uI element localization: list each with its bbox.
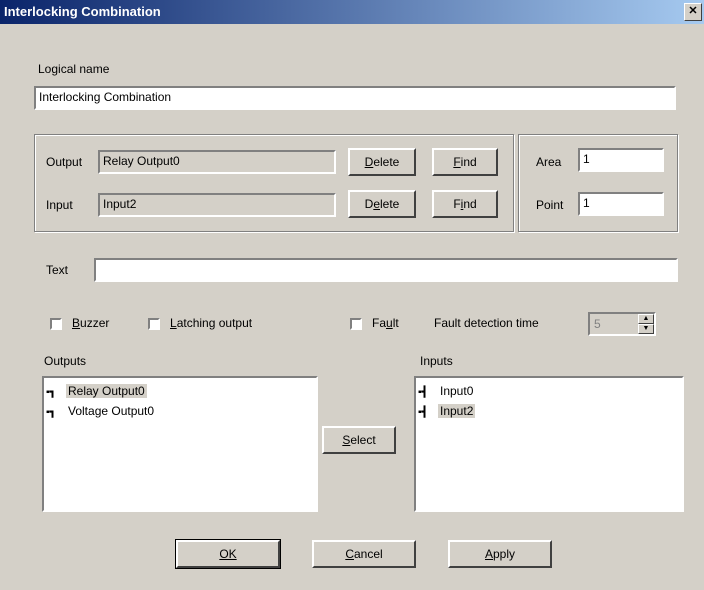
input-field[interactable]: Input2 (98, 193, 336, 217)
inputs-label: Inputs (420, 354, 453, 368)
fault-key: u (386, 316, 393, 330)
voltage-output-icon: ▪┓ (46, 407, 56, 418)
fault-pre: Fa (372, 316, 387, 330)
input-find-rest: nd (463, 197, 477, 211)
list-item-label: Relay Output0 (66, 384, 147, 398)
cancel-key: C (345, 547, 354, 561)
fault-time-stepper[interactable]: 5 ▲ ▼ (588, 312, 656, 336)
point-input[interactable]: 1 (578, 192, 664, 216)
list-item[interactable]: ▪┓ Voltage Output0 (46, 402, 156, 420)
output-find-key: F (453, 155, 461, 169)
outputs-label: Outputs (44, 354, 87, 368)
latching-label[interactable]: Latching output (170, 316, 252, 330)
fault-time-label: Fault detection time (434, 316, 539, 330)
outputs-list[interactable]: ▪┓ Relay Output0 ▪┓ Voltage Output0 (42, 376, 318, 512)
list-item[interactable]: ▪┫ Input2 (418, 402, 476, 420)
text-label: Text (46, 263, 69, 277)
select-rest: elect (350, 433, 376, 447)
list-item-label: Input2 (438, 404, 476, 418)
input-delete-rest: lete (380, 197, 400, 211)
logical-name-input[interactable]: Interlocking Combination (34, 86, 676, 110)
input-icon: ▪┫ (418, 387, 428, 398)
fault-label[interactable]: Fault (372, 316, 399, 330)
input-delete-button[interactable]: Delete (348, 190, 416, 218)
spin-up-icon[interactable]: ▲ (638, 314, 654, 324)
output-label: Output (46, 155, 83, 169)
list-item-label: Voltage Output0 (68, 404, 155, 418)
apply-rest: pply (493, 547, 516, 561)
close-icon[interactable]: ✕ (684, 3, 702, 21)
buzzer-rest: uzzer (80, 316, 110, 330)
stepper-buttons: ▲ ▼ (638, 314, 654, 334)
latching-key: L (170, 316, 177, 330)
cancel-button[interactable]: Cancel (312, 540, 416, 568)
window-title: Interlocking Combination (4, 4, 161, 19)
area-label: Area (536, 155, 562, 169)
point-label: Point (536, 198, 564, 212)
list-item-label: Input0 (440, 384, 474, 398)
inputs-list[interactable]: ▪┫ Input0 ▪┫ Input2 (414, 376, 684, 512)
ok-label: OK (219, 547, 237, 561)
ok-button[interactable]: OK (175, 539, 281, 569)
output-delete-key: D (364, 155, 374, 169)
fault-time-value: 5 (594, 317, 601, 331)
apply-button[interactable]: Apply (448, 540, 552, 568)
input-find-pre: F (453, 197, 461, 211)
input-delete-pre: D (364, 197, 374, 211)
cancel-rest: ancel (353, 547, 383, 561)
select-button[interactable]: Select (322, 426, 396, 454)
latching-rest: atching output (176, 316, 253, 330)
output-find-button[interactable]: Find (432, 148, 498, 176)
latching-checkbox[interactable] (148, 318, 160, 330)
buzzer-checkbox[interactable] (50, 318, 62, 330)
fault-rest: lt (392, 316, 399, 330)
buzzer-label[interactable]: Buzzer (72, 316, 109, 330)
input-delete-key: e (373, 197, 380, 211)
spin-down-icon[interactable]: ▼ (638, 324, 654, 334)
output-field[interactable]: Relay Output0 (98, 150, 336, 174)
logical-name-label: Logical name (38, 62, 110, 76)
input-find-button[interactable]: Find (432, 190, 498, 218)
buzzer-key: B (72, 316, 81, 330)
title-bar: Interlocking Combination ✕ (0, 0, 704, 24)
output-delete-button[interactable]: Delete (348, 148, 416, 176)
output-delete-rest: elete (373, 155, 400, 169)
fault-checkbox[interactable] (350, 318, 362, 330)
input-label: Input (46, 198, 73, 212)
output-find-rest: ind (460, 155, 477, 169)
list-item[interactable]: ▪┓ Relay Output0 (46, 382, 147, 400)
area-input[interactable]: 1 (578, 148, 664, 172)
apply-key: A (484, 547, 493, 561)
text-input[interactable] (94, 258, 678, 282)
input-icon: ▪┫ (418, 407, 428, 418)
list-item[interactable]: ▪┫ Input0 (418, 382, 475, 400)
relay-output-icon: ▪┓ (46, 387, 56, 398)
